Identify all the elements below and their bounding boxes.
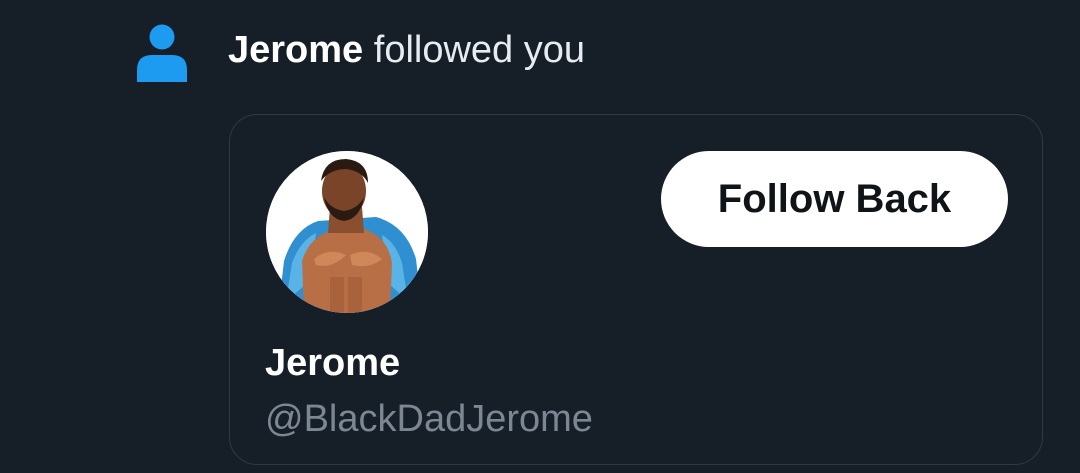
profile-avatar[interactable] — [266, 151, 428, 313]
follow-back-button[interactable]: Follow Back — [661, 151, 1008, 247]
notification-actor[interactable]: Jerome — [228, 29, 363, 71]
user-card[interactable]: Follow Back Jerome @BlackDadJerome — [229, 114, 1043, 465]
display-name[interactable]: Jerome — [265, 341, 400, 385]
user-handle[interactable]: @BlackDadJerome — [265, 397, 593, 441]
notification-text: Jerome followed you — [228, 28, 585, 72]
notification-action: followed you — [363, 29, 586, 71]
person-icon — [136, 24, 188, 82]
